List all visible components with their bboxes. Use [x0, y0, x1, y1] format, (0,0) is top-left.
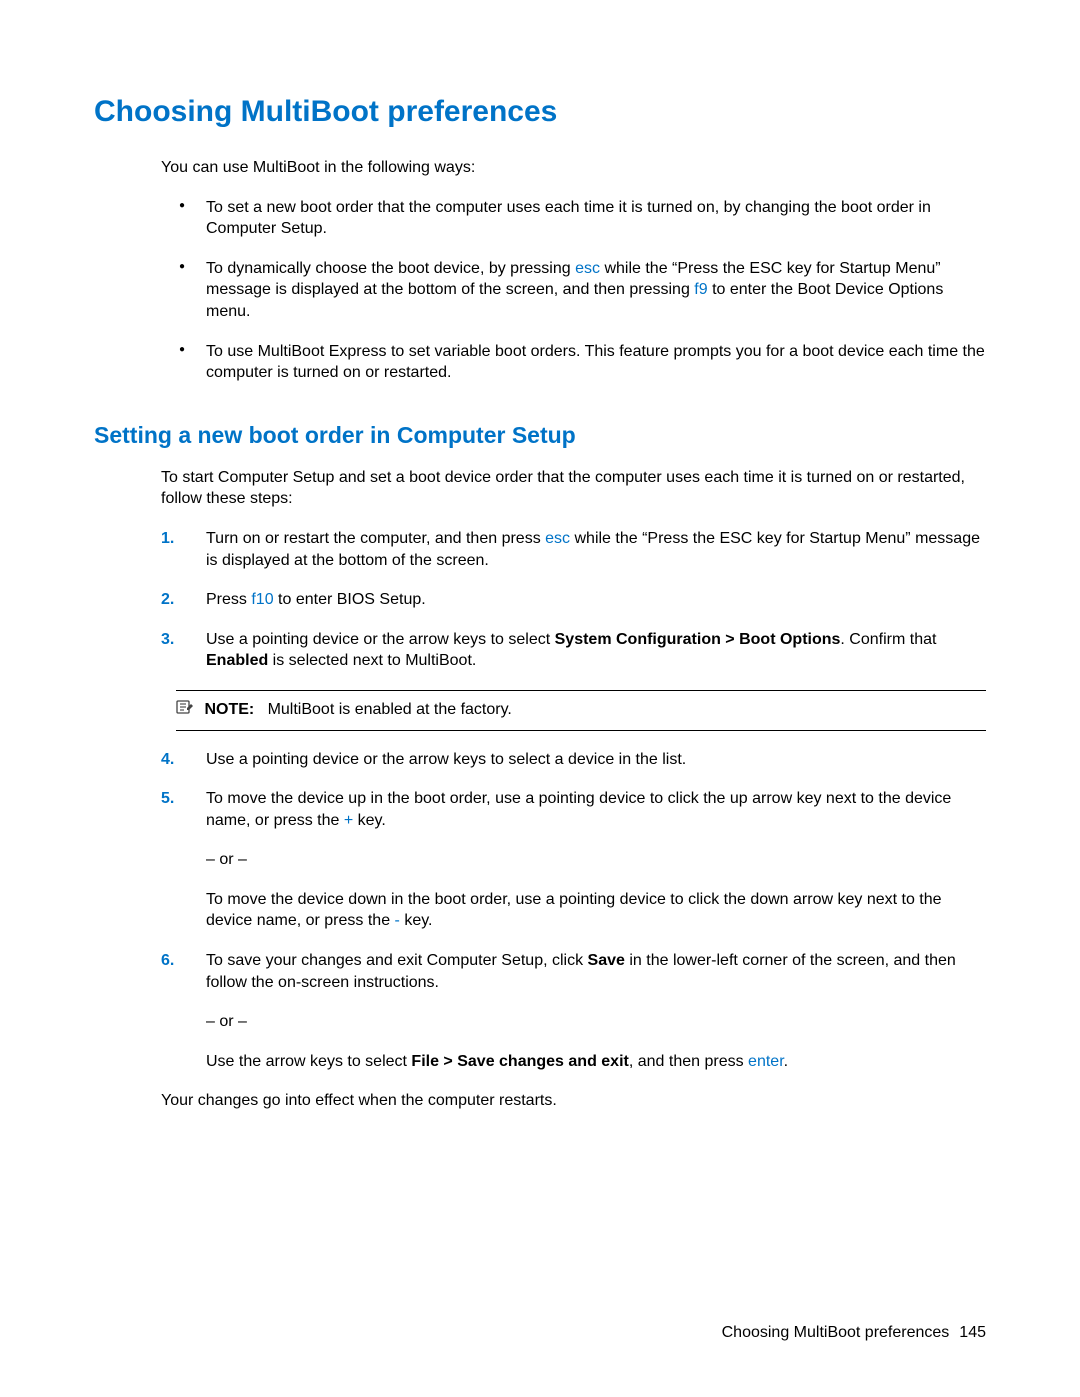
footer-page-number: 145 [959, 1324, 986, 1341]
step-item: 3. Use a pointing device or the arrow ke… [161, 629, 986, 672]
keyword-f9: f9 [694, 281, 707, 298]
document-page: Choosing MultiBoot preferences You can u… [0, 0, 1080, 1397]
ordered-steps: 1. Turn on or restart the computer, and … [161, 528, 986, 672]
step-number: 6. [161, 950, 174, 972]
step-text: Use a pointing device or the arrow keys … [206, 751, 686, 768]
step-number: 4. [161, 749, 174, 771]
step-text: Turn on or restart the computer, and the… [206, 530, 545, 547]
step-item: 6. To save your changes and exit Compute… [161, 950, 986, 1072]
bold-text: File > Save changes and exit [411, 1053, 628, 1070]
step-text: Use the arrow keys to select [206, 1053, 411, 1070]
step-text: Press [206, 591, 251, 608]
list-item: To use MultiBoot Express to set variable… [161, 341, 986, 384]
step-item: 5. To move the device up in the boot ord… [161, 788, 986, 932]
step-text: is selected next to MultiBoot. [268, 652, 476, 669]
keyword-esc: esc [545, 530, 570, 547]
step-text: key. [400, 912, 433, 929]
step-number: 3. [161, 629, 174, 651]
sub-intro-paragraph: To start Computer Setup and set a boot d… [161, 467, 986, 510]
keyword-plus: + [344, 812, 353, 829]
note-icon [176, 699, 194, 722]
step-text: To save your changes and exit Computer S… [206, 952, 588, 969]
list-item: To set a new boot order that the compute… [161, 197, 986, 240]
keyword-enter: enter [748, 1053, 784, 1070]
or-separator: – or – [206, 849, 986, 871]
bold-text: System Configuration > Boot Options [555, 631, 841, 648]
subsection-title: Setting a new boot order in Computer Set… [94, 422, 986, 449]
list-text: To dynamically choose the boot device, b… [206, 260, 575, 277]
list-text: To set a new boot order that the compute… [206, 199, 931, 238]
list-text: To use MultiBoot Express to set variable… [206, 343, 985, 382]
bullet-list: To set a new boot order that the compute… [161, 197, 986, 384]
step-number: 1. [161, 528, 174, 550]
bold-text: Enabled [206, 652, 268, 669]
page-title: Choosing MultiBoot preferences [94, 95, 986, 129]
note-box: NOTE: MultiBoot is enabled at the factor… [176, 690, 986, 731]
keyword-esc: esc [575, 260, 600, 277]
step-text: , and then press [629, 1053, 748, 1070]
step-item: 2. Press f10 to enter BIOS Setup. [161, 589, 986, 611]
step-number: 2. [161, 589, 174, 611]
intro-paragraph: You can use MultiBoot in the following w… [161, 157, 986, 179]
ordered-steps-continued: 4. Use a pointing device or the arrow ke… [161, 749, 986, 1073]
bold-text: Save [588, 952, 625, 969]
note-text: MultiBoot is enabled at the factory. [268, 701, 512, 718]
closing-paragraph: Your changes go into effect when the com… [161, 1090, 986, 1112]
note-label: NOTE: [204, 701, 254, 718]
step-text: Use a pointing device or the arrow keys … [206, 631, 555, 648]
step-text: To move the device down in the boot orde… [206, 891, 942, 930]
step-item: 4. Use a pointing device or the arrow ke… [161, 749, 986, 771]
step-text: Use the arrow keys to select File > Save… [206, 1051, 986, 1073]
step-text: to enter BIOS Setup. [274, 591, 426, 608]
step-number: 5. [161, 788, 174, 810]
or-separator: – or – [206, 1011, 986, 1033]
step-text: . Confirm that [840, 631, 936, 648]
step-text: . [784, 1053, 788, 1070]
list-item: To dynamically choose the boot device, b… [161, 258, 986, 323]
step-item: 1. Turn on or restart the computer, and … [161, 528, 986, 571]
step-text: To move the device down in the boot orde… [206, 889, 986, 932]
step-text: To move the device up in the boot order,… [206, 790, 951, 829]
step-text: key. [353, 812, 386, 829]
footer-section-name: Choosing MultiBoot preferences [722, 1324, 950, 1341]
page-footer: Choosing MultiBoot preferences 145 [722, 1324, 986, 1342]
keyword-f10: f10 [251, 591, 273, 608]
note-text [259, 701, 268, 718]
